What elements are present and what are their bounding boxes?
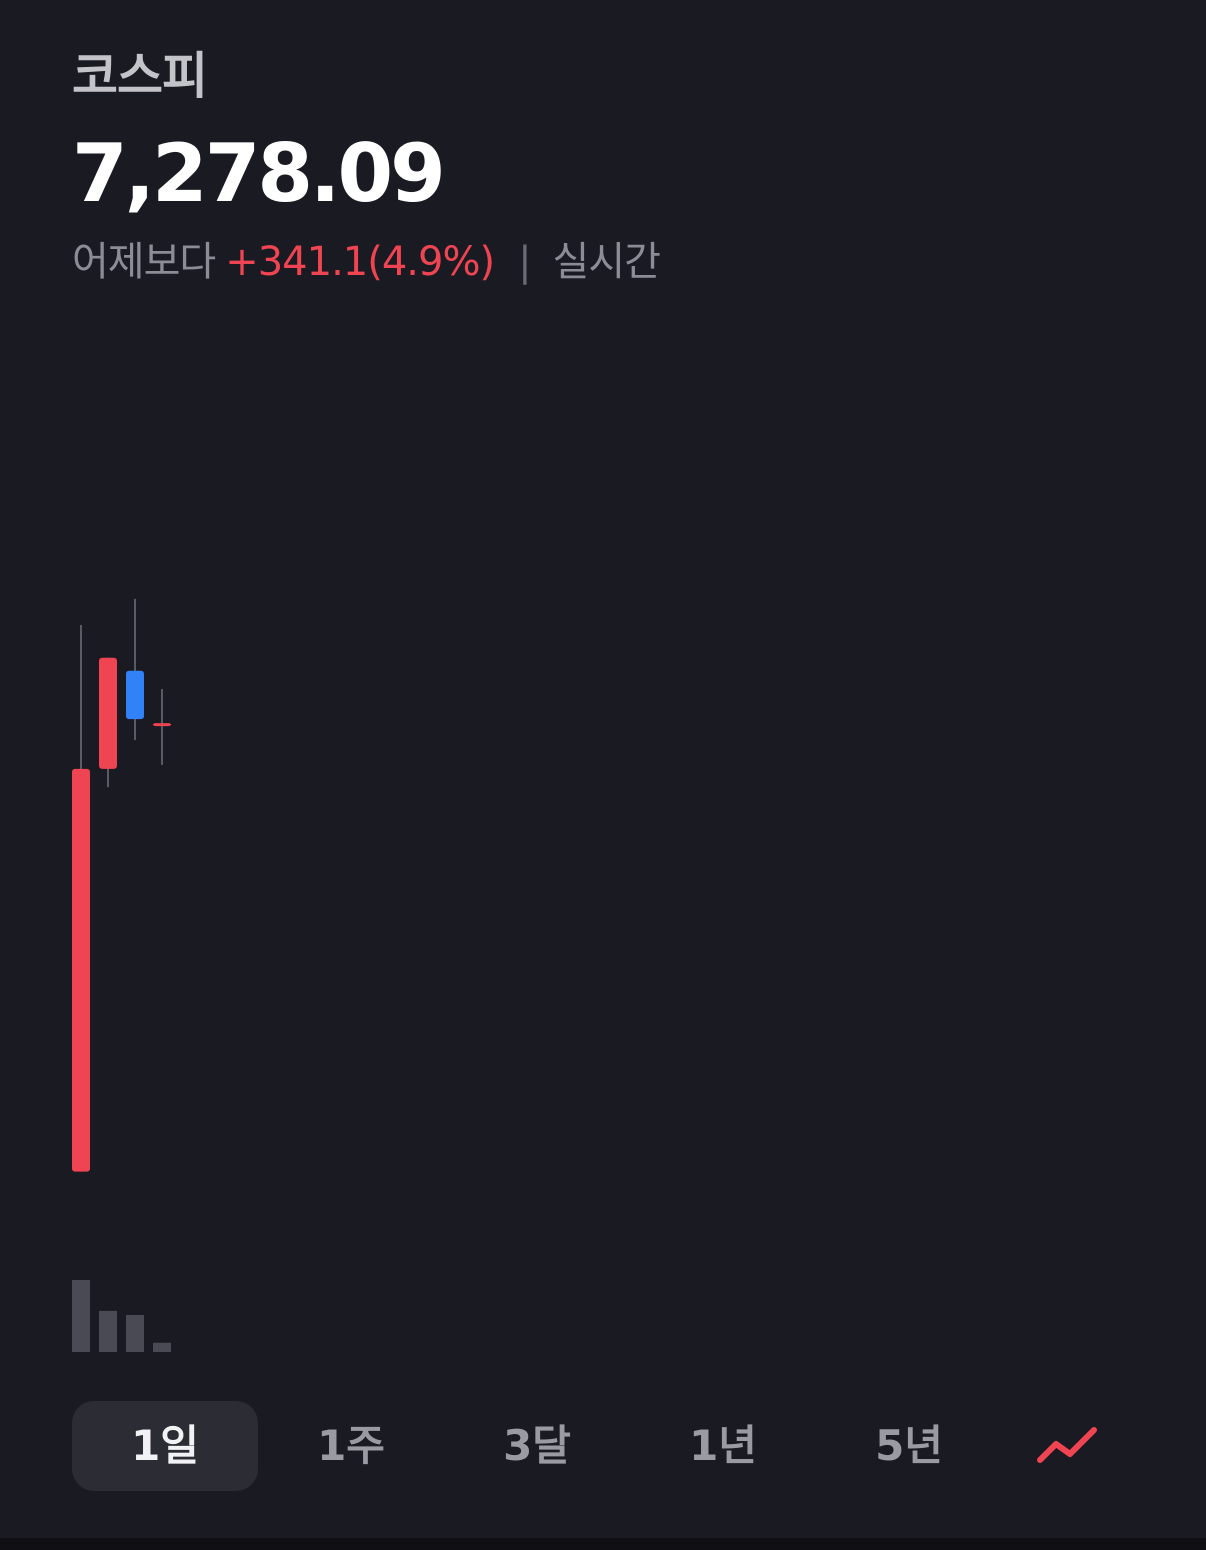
candle-body [99,657,117,769]
tab-1-week[interactable]: 1주 [258,1401,444,1491]
period-tabs: 1일 1주 3달 1년 5년 [72,1401,1134,1491]
index-name: 코스피 [72,47,208,105]
volume-bar [72,1280,90,1352]
tab-1-day[interactable]: 1일 [72,1401,258,1491]
change-row: 어제보다 +341.1(4.9%) | 실시간 [72,236,661,288]
change-value: +341.1(4.9%) [225,239,495,285]
line-chart-icon[interactable] [1034,1416,1104,1476]
volume-bar [99,1310,117,1352]
candle-body [153,723,171,727]
change-prefix: 어제보다 [72,239,216,285]
tab-3-months[interactable]: 3달 [444,1401,630,1491]
tab-1-year[interactable]: 1년 [630,1401,816,1491]
candlestick-chart[interactable] [0,540,1206,1360]
volume-bar [126,1314,144,1352]
candle-body [72,768,90,1172]
current-price: 7,278.09 [72,127,446,220]
divider: | [518,239,532,285]
volume-bar [153,1342,171,1352]
realtime-label: 실시간 [552,239,661,285]
tab-5-years[interactable]: 5년 [816,1401,1002,1491]
bottom-bar [0,1538,1206,1550]
candle-body [126,670,144,720]
stock-detail-screen: 코스피 7,278.09 어제보다 +341.1(4.9%) | 실시간 1일 1주 … [0,0,1206,1550]
